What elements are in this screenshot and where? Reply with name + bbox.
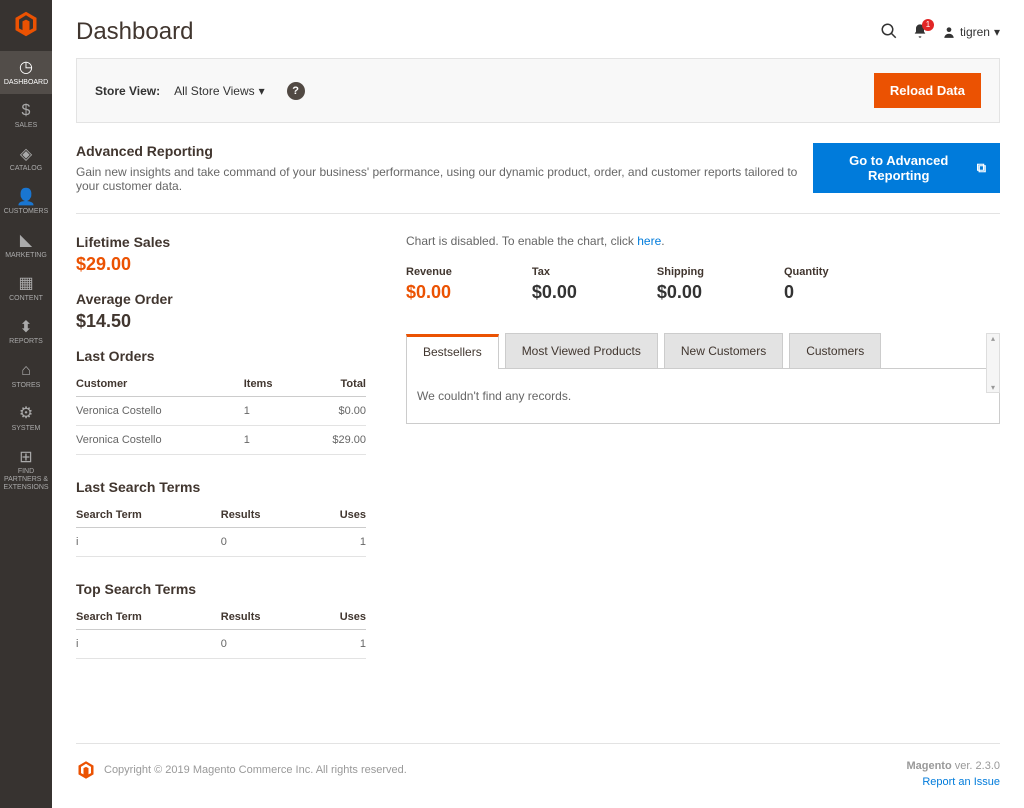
nav-reports[interactable]: ⬍ REPORTS xyxy=(0,311,52,354)
storeview-select[interactable]: All Store Views ▾ xyxy=(174,84,265,98)
last-search-terms: Last Search Terms Search Term Results Us… xyxy=(76,479,366,557)
enable-chart-link[interactable]: here xyxy=(637,234,661,248)
copyright: Copyright © 2019 Magento Commerce Inc. A… xyxy=(104,764,407,776)
nav-customers[interactable]: 👤 CUSTOMERS xyxy=(0,181,52,224)
reporting-desc: Gain new insights and take command of yo… xyxy=(76,165,813,193)
metric-shipping: Shipping $0.00 xyxy=(657,266,704,303)
user-menu[interactable]: tigren ▾ xyxy=(942,25,1000,39)
tab-scroll[interactable]: ▴▾ xyxy=(986,333,1000,393)
megaphone-icon: ◣ xyxy=(20,232,32,250)
gear-icon: ⚙ xyxy=(19,405,33,423)
dollar-icon: $ xyxy=(22,102,31,120)
notifications-button[interactable]: 1 xyxy=(912,23,928,42)
table-row[interactable]: Veronica Costello 1 $29.00 xyxy=(76,426,366,455)
table-row[interactable]: Veronica Costello 1 $0.00 xyxy=(76,397,366,426)
main: Dashboard 1 tigren ▾ Store View: xyxy=(52,0,1024,808)
header: Dashboard 1 tigren ▾ xyxy=(76,0,1000,58)
storeview-bar: Store View: All Store Views ▾ ? Reload D… xyxy=(76,58,1000,123)
nav-system[interactable]: ⚙ SYSTEM xyxy=(0,397,52,440)
metric-revenue: Revenue $0.00 xyxy=(406,266,452,303)
lifetime-sales: Lifetime Sales $29.00 xyxy=(76,234,366,275)
top-search-terms: Top Search Terms Search Term Results Use… xyxy=(76,581,366,659)
gauge-icon: ◷ xyxy=(19,59,33,77)
advanced-reporting: Advanced Reporting Gain new insights and… xyxy=(76,143,1000,214)
storeview-label: Store View: xyxy=(95,84,160,98)
chevron-down-icon: ▾ xyxy=(259,84,265,98)
logo[interactable] xyxy=(0,0,52,51)
sidebar: ◷ DASHBOARD $ SALES ◈ CATALOG 👤 CUSTOMER… xyxy=(0,0,52,808)
nav-stores[interactable]: ⌂ STORES xyxy=(0,354,52,397)
chart-disabled-notice: Chart is disabled. To enable the chart, … xyxy=(406,234,1000,248)
help-icon[interactable]: ? xyxy=(287,82,305,100)
tab-bestsellers[interactable]: Bestsellers xyxy=(406,334,499,369)
go-to-reporting-button[interactable]: Go to Advanced Reporting ⧉ xyxy=(813,143,1000,193)
user-icon xyxy=(942,25,956,39)
external-link-icon: ⧉ xyxy=(977,160,986,176)
tab-most-viewed[interactable]: Most Viewed Products xyxy=(505,333,658,368)
nav-content[interactable]: ▦ CONTENT xyxy=(0,267,52,310)
tab-content: We couldn't find any records. xyxy=(406,369,1000,424)
chart-icon: ⬍ xyxy=(19,319,32,337)
magento-logo-icon xyxy=(76,760,96,780)
footer: Copyright © 2019 Magento Commerce Inc. A… xyxy=(76,743,1000,788)
metrics-row: Revenue $0.00 Tax $0.00 Shipping $0.00 Q… xyxy=(406,266,1000,303)
tab-new-customers[interactable]: New Customers xyxy=(664,333,783,368)
puzzle-icon: ⊞ xyxy=(19,449,32,467)
metric-tax: Tax $0.00 xyxy=(532,266,577,303)
last-orders: Last Orders Customer Items Total Veronic… xyxy=(76,348,366,455)
metric-quantity: Quantity 0 xyxy=(784,266,829,303)
tab-customers[interactable]: Customers xyxy=(789,333,881,368)
box-icon: ◈ xyxy=(20,146,32,164)
nav-dashboard[interactable]: ◷ DASHBOARD xyxy=(0,51,52,94)
nav-partners[interactable]: ⊞ FIND PARTNERS & EXTENSIONS xyxy=(0,441,52,500)
page-title: Dashboard xyxy=(76,18,193,46)
tabs: Bestsellers Most Viewed Products New Cus… xyxy=(406,333,1000,369)
search-icon xyxy=(880,22,898,40)
table-row[interactable]: i 0 1 xyxy=(76,528,366,557)
average-order: Average Order $14.50 xyxy=(76,291,366,332)
chevron-down-icon: ▾ xyxy=(994,25,1000,39)
reload-data-button[interactable]: Reload Data xyxy=(874,73,981,108)
report-issue-link[interactable]: Report an Issue xyxy=(906,776,1000,788)
nav-catalog[interactable]: ◈ CATALOG xyxy=(0,138,52,181)
nav-sales[interactable]: $ SALES xyxy=(0,94,52,137)
notif-badge: 1 xyxy=(922,19,934,31)
search-button[interactable] xyxy=(880,22,898,43)
layout-icon: ▦ xyxy=(18,275,33,293)
person-icon: 👤 xyxy=(16,189,36,207)
nav-marketing[interactable]: ◣ MARKETING xyxy=(0,224,52,267)
store-icon: ⌂ xyxy=(21,362,31,380)
magento-logo-icon xyxy=(12,10,40,38)
table-row[interactable]: i 0 1 xyxy=(76,630,366,659)
reporting-title: Advanced Reporting xyxy=(76,143,813,159)
